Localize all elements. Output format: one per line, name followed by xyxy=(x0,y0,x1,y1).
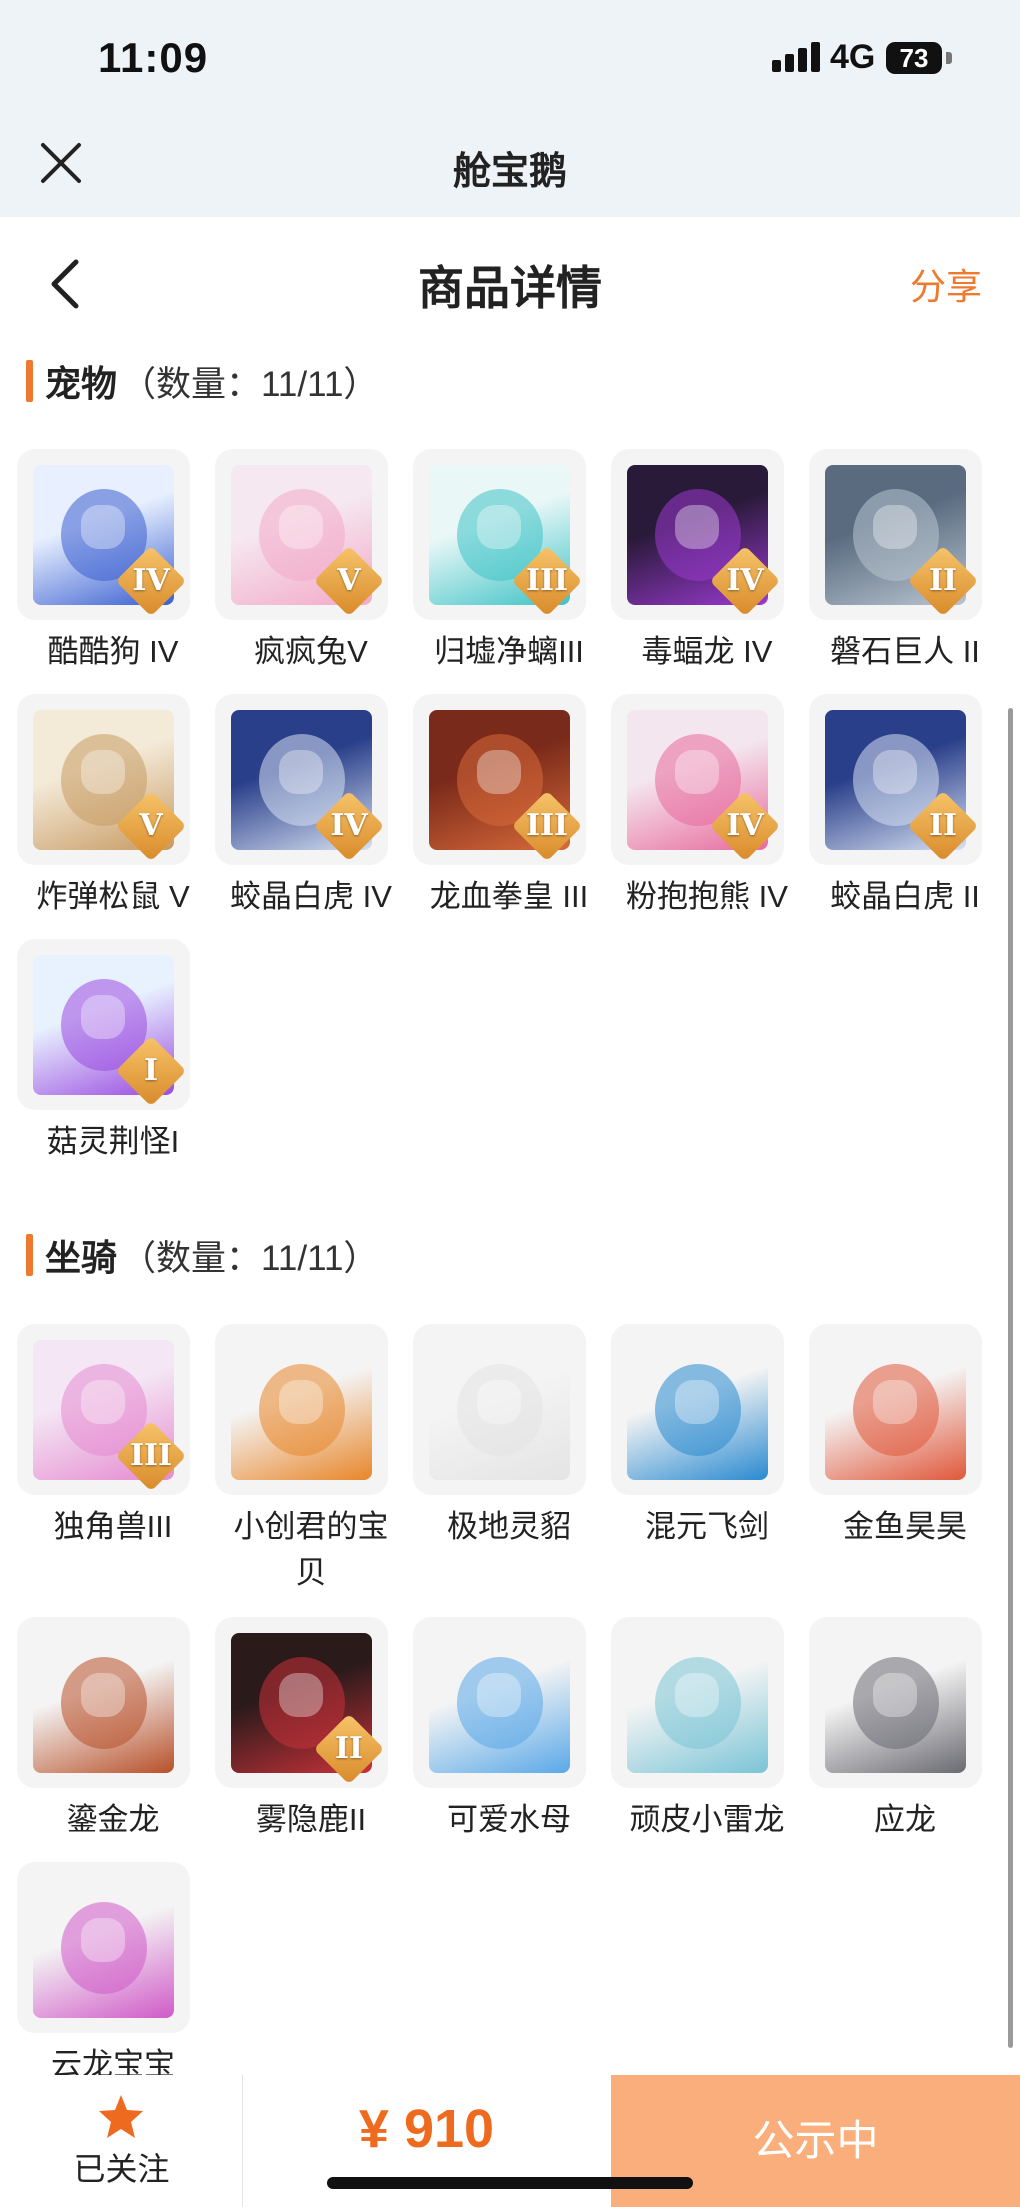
item-thumbnail[interactable]: V xyxy=(215,449,388,620)
item-thumbnail[interactable]: II xyxy=(809,449,982,620)
tier-badge-label: V xyxy=(337,563,361,598)
item-name: 疯疯兔V xyxy=(254,634,368,669)
scrollbar[interactable] xyxy=(1008,708,1013,2048)
item-name: 酷酷狗 IV xyxy=(47,634,179,669)
item-name: 磐石巨人 II xyxy=(830,634,980,669)
jellyfish-icon xyxy=(429,1633,570,1773)
item-name: 独角兽III xyxy=(53,1509,173,1544)
tier-badge-label: I xyxy=(143,1053,159,1088)
mini-program-title: 舱宝鹅 xyxy=(452,151,567,193)
item-thumbnail[interactable]: V xyxy=(17,694,190,865)
item-name: 鎏金龙 xyxy=(66,1802,160,1837)
item-thumbnail[interactable]: II xyxy=(215,1617,388,1788)
tier-badge-label: II xyxy=(334,1731,364,1766)
section-count: （数量：11/11） xyxy=(121,364,379,404)
status-time: 11:09 xyxy=(98,34,209,81)
tier-badge-label: III xyxy=(525,808,569,843)
item-thumbnail[interactable] xyxy=(17,1862,190,2033)
signal-icon xyxy=(772,42,820,72)
item-thumbnail[interactable] xyxy=(413,1617,586,1788)
pets-section-header: 宠物 （数量：11/11） xyxy=(26,358,378,404)
item-thumbnail[interactable]: III xyxy=(17,1324,190,1495)
battery-icon: 73 xyxy=(886,42,942,74)
item-name: 菇灵荆怪I xyxy=(46,1124,180,1159)
blue-dino-icon xyxy=(627,1633,768,1773)
item-name: 混元飞剑 xyxy=(645,1509,769,1544)
winged-baby-dragon-icon xyxy=(33,1878,174,2018)
tier-badge-label: II xyxy=(928,563,958,598)
item-name: 金鱼昊昊 xyxy=(843,1509,967,1544)
section-title: 坐骑 xyxy=(45,1237,118,1278)
price-label: ¥ 910 xyxy=(358,2099,495,2159)
item-thumbnail[interactable] xyxy=(17,1617,190,1788)
tier-badge-label: IV xyxy=(132,563,170,598)
item-thumbnail[interactable]: IV xyxy=(611,449,784,620)
goldfish-icon xyxy=(825,1340,966,1480)
item-name: 顽皮小雷龙 xyxy=(629,1802,785,1837)
item-thumbnail[interactable]: IV xyxy=(611,694,784,865)
section-title: 宠物 xyxy=(45,363,118,404)
mounts-section-header: 坐骑 （数量：11/11） xyxy=(26,1232,378,1278)
item-name: 雾隐鹿II xyxy=(255,1802,367,1837)
item-thumbnail[interactable]: IV xyxy=(215,694,388,865)
section-count: （数量：11/11） xyxy=(121,1238,379,1278)
item-thumbnail[interactable]: III xyxy=(413,694,586,865)
share-button[interactable]: 分享 xyxy=(910,258,982,310)
tier-badge-label: IV xyxy=(330,808,368,843)
blue-sword-icon xyxy=(627,1340,768,1480)
item-thumbnail[interactable] xyxy=(809,1617,982,1788)
item-name: 极地灵貂 xyxy=(447,1509,571,1544)
grey-dragon-icon xyxy=(825,1633,966,1773)
item-thumbnail[interactable]: IV xyxy=(17,449,190,620)
tier-badge-label: IV xyxy=(726,808,764,843)
item-thumbnail[interactable] xyxy=(611,1324,784,1495)
orange-bird-icon xyxy=(231,1340,372,1480)
item-name: 归墟净螭III xyxy=(434,634,584,669)
item-thumbnail[interactable]: I xyxy=(17,939,190,1110)
star-icon[interactable] xyxy=(96,2092,146,2142)
item-name: 小创君的宝贝 xyxy=(233,1509,389,1590)
item-name: 可爱水母 xyxy=(447,1802,571,1837)
tier-badge-label: II xyxy=(928,808,958,843)
item-thumbnail[interactable] xyxy=(215,1324,388,1495)
item-thumbnail[interactable]: III xyxy=(413,449,586,620)
item-name: 蛟晶白虎 IV xyxy=(230,879,392,914)
tier-badge-label: III xyxy=(129,1438,173,1473)
network-type: 4G xyxy=(830,38,876,76)
golden-dragon-icon xyxy=(33,1633,174,1773)
item-name: 炸弹松鼠 V xyxy=(36,879,190,914)
item-thumbnail[interactable] xyxy=(611,1617,784,1788)
item-name: 龙血拳皇 III xyxy=(429,879,589,914)
item-thumbnail[interactable]: II xyxy=(809,694,982,865)
page-title: 商品详情 xyxy=(418,262,602,314)
white-fox-icon xyxy=(429,1340,570,1480)
follow-label[interactable]: 已关注 xyxy=(0,2144,243,2190)
item-thumbnail[interactable] xyxy=(413,1324,586,1495)
item-name: 毒蝠龙 IV xyxy=(641,634,773,669)
tier-badge-label: V xyxy=(139,808,163,843)
item-thumbnail[interactable] xyxy=(809,1324,982,1495)
item-name: 应龙 xyxy=(874,1802,936,1837)
battery-cap xyxy=(946,52,952,64)
section-accent-bar xyxy=(26,360,33,402)
section-accent-bar xyxy=(26,1234,33,1276)
home-indicator xyxy=(327,2177,693,2189)
tier-badge-label: III xyxy=(525,563,569,598)
tier-badge-label: IV xyxy=(726,563,764,598)
item-name: 蛟晶白虎 II xyxy=(830,879,980,914)
item-name: 粉抱抱熊 IV xyxy=(626,879,788,914)
